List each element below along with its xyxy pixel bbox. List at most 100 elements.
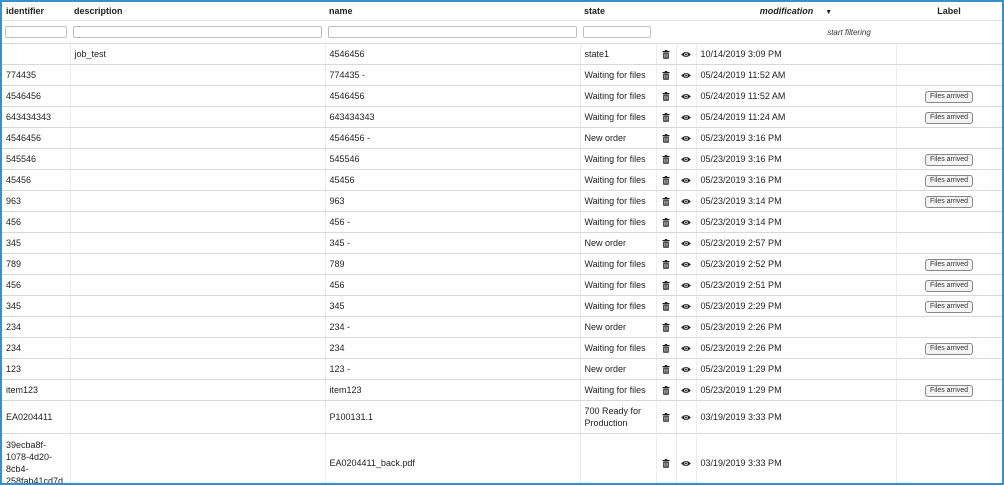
table-row[interactable]: 4546456 4546456 Waiting for files 05/24/201… (2, 85, 1002, 107)
eye-icon[interactable] (681, 280, 691, 290)
eye-icon[interactable] (681, 154, 691, 164)
trash-icon[interactable] (662, 70, 670, 80)
trash-icon[interactable] (662, 112, 670, 122)
trash-icon[interactable] (662, 343, 670, 353)
column-header-state[interactable]: state (580, 2, 656, 21)
table-row[interactable]: 345 345 Waiting for files 05/23/2019 2:29 P… (2, 295, 1002, 317)
state-cell: Waiting for files (580, 106, 657, 128)
view-cell (676, 433, 697, 483)
start-filtering-text[interactable]: start filtering (696, 20, 1002, 44)
trash-icon[interactable] (662, 412, 670, 422)
files-arrived-badge[interactable]: Files arrived (924, 384, 974, 397)
state-cell: Waiting for files (580, 190, 657, 212)
column-header-identifier[interactable]: identifier (2, 2, 70, 21)
eye-icon[interactable] (681, 196, 691, 206)
eye-icon[interactable] (681, 343, 691, 353)
table-row[interactable]: 789 789 Waiting for files 05/23/2019 2:52 P… (2, 253, 1002, 275)
trash-icon[interactable] (662, 91, 670, 101)
trash-icon[interactable] (662, 364, 670, 374)
eye-icon[interactable] (681, 70, 691, 80)
eye-icon[interactable] (681, 458, 691, 468)
state-cell: Waiting for files (580, 148, 657, 170)
eye-icon[interactable] (681, 91, 691, 101)
trash-icon[interactable] (662, 280, 670, 290)
trash-icon[interactable] (662, 259, 670, 269)
column-header-modification[interactable]: modification ▼ (696, 2, 896, 21)
description-cell (70, 169, 326, 191)
description-cell (70, 253, 326, 275)
eye-icon[interactable] (681, 112, 691, 122)
eye-icon[interactable] (681, 49, 691, 59)
table-row[interactable]: 456 456 - Waiting for files 05/23/2019 3:14… (2, 211, 1002, 233)
files-arrived-badge[interactable]: Files arrived (924, 279, 974, 292)
table-row[interactable]: EA0204411 P100131.1 700 Ready for Producti… (2, 400, 1002, 434)
identifier-cell: 456 (2, 211, 71, 233)
column-header-name[interactable]: name (325, 2, 580, 21)
table-row[interactable]: 4546456 4546456 - New order 05/23/2019 3:16… (2, 127, 1002, 149)
trash-icon[interactable] (662, 196, 670, 206)
files-arrived-badge[interactable]: Files arrived (924, 195, 974, 208)
trash-icon[interactable] (662, 385, 670, 395)
trash-icon[interactable] (662, 322, 670, 332)
files-arrived-badge[interactable]: Files arrived (924, 111, 974, 124)
trash-icon[interactable] (662, 175, 670, 185)
name-filter-input[interactable] (328, 26, 577, 38)
view-cell (676, 127, 697, 149)
caret-down-icon[interactable]: ▼ (825, 9, 832, 16)
eye-icon[interactable] (681, 385, 691, 395)
files-arrived-badge[interactable]: Files arrived (924, 342, 974, 355)
table-row[interactable]: 45456 45456 Waiting for files 05/23/2019 3:… (2, 169, 1002, 191)
description-cell (70, 379, 326, 401)
table-row[interactable]: 345 345 - New order 05/23/2019 2:57 PM (2, 232, 1002, 254)
eye-icon[interactable] (681, 301, 691, 311)
modification-cell: 05/23/2019 3:16 PM (696, 127, 897, 149)
files-arrived-badge[interactable]: Files arrived (924, 153, 974, 166)
files-arrived-badge[interactable]: Files arrived (924, 258, 974, 271)
description-filter-input[interactable] (73, 26, 322, 38)
identifier-cell (2, 43, 71, 65)
state-cell: Waiting for files (580, 211, 657, 233)
eye-icon[interactable] (681, 322, 691, 332)
table-row[interactable]: 39ecba8f-1078-4d20-8cb4-258fab41cd7d EA02… (2, 433, 1002, 483)
eye-icon[interactable] (681, 133, 691, 143)
trash-icon[interactable] (662, 133, 670, 143)
column-header-blank (656, 2, 676, 21)
eye-icon[interactable] (681, 412, 691, 422)
trash-icon[interactable] (662, 154, 670, 164)
files-arrived-badge[interactable]: Files arrived (924, 174, 974, 187)
table-row[interactable]: 456 456 Waiting for files 05/23/2019 2:51 P… (2, 274, 1002, 296)
name-cell: 774435 - (325, 64, 581, 86)
delete-cell (656, 316, 677, 338)
column-header-blank (676, 2, 696, 21)
eye-icon[interactable] (681, 238, 691, 248)
trash-icon[interactable] (662, 217, 670, 227)
table-row[interactable]: item123 item123 Waiting for files 05/23/201… (2, 379, 1002, 401)
trash-icon[interactable] (662, 458, 670, 468)
table-row[interactable]: 774435 774435 - Waiting for files 05/24/201… (2, 64, 1002, 86)
trash-icon[interactable] (662, 238, 670, 248)
table-row[interactable]: 643434343 643434343 Waiting for files 05/24… (2, 106, 1002, 128)
label-cell: Files arrived (896, 253, 1002, 275)
eye-icon[interactable] (681, 217, 691, 227)
state-filter-input[interactable] (583, 26, 651, 38)
table-row[interactable]: 234 234 Waiting for files 05/23/2019 2:26 P… (2, 337, 1002, 359)
files-arrived-badge[interactable]: Files arrived (924, 90, 974, 103)
trash-icon[interactable] (662, 49, 670, 59)
eye-icon[interactable] (681, 175, 691, 185)
eye-icon[interactable] (681, 259, 691, 269)
table-row[interactable]: 545546 545546 Waiting for files 05/23/2019 … (2, 148, 1002, 170)
column-header-label[interactable]: Label (896, 2, 1002, 21)
eye-icon[interactable] (681, 364, 691, 374)
column-header-description[interactable]: description (70, 2, 325, 21)
files-arrived-badge[interactable]: Files arrived (924, 300, 974, 313)
state-cell: Waiting for files (580, 64, 657, 86)
delete-cell (656, 85, 677, 107)
identifier-cell: 963 (2, 190, 71, 212)
label-cell (896, 433, 1002, 483)
identifier-filter-input[interactable] (5, 26, 67, 38)
table-row[interactable]: 234 234 - New order 05/23/2019 2:26 PM (2, 316, 1002, 338)
table-row[interactable]: job_test 4546456 state1 10/14/2019 3:09 PM (2, 43, 1002, 65)
table-row[interactable]: 123 123 - New order 05/23/2019 1:29 PM (2, 358, 1002, 380)
trash-icon[interactable] (662, 301, 670, 311)
table-row[interactable]: 963 963 Waiting for files 05/23/2019 3:14 P… (2, 190, 1002, 212)
